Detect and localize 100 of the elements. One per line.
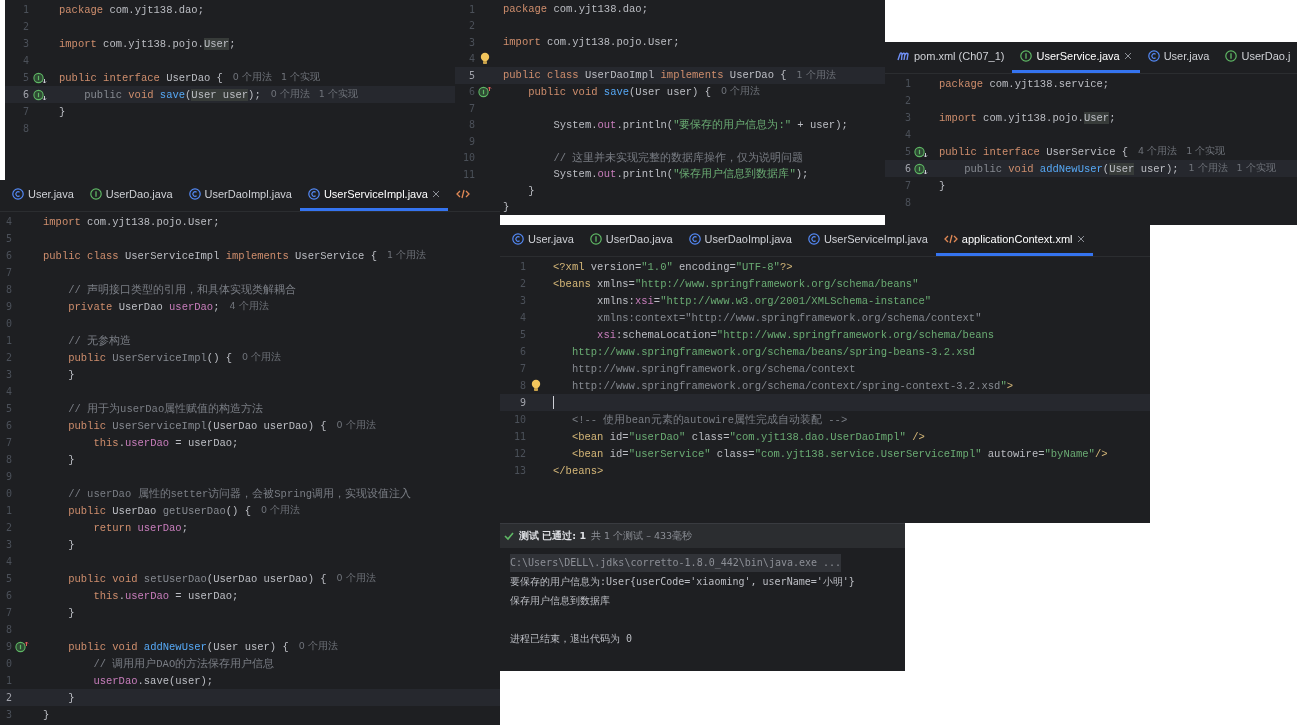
close-icon[interactable] bbox=[431, 190, 440, 198]
implemented-marker-icon[interactable] bbox=[914, 145, 928, 158]
code-line: } bbox=[43, 708, 50, 721]
editor-tab[interactable]: pom.xml (Ch07_1) bbox=[889, 42, 1013, 73]
line-number: 6 bbox=[904, 163, 911, 174]
code-line: xmlns:context="http://www.springframework.org/schema/context" bbox=[596, 311, 982, 324]
code-line: } bbox=[67, 368, 75, 381]
code-line: import com.yjt138.pojo.User; bbox=[939, 111, 1116, 124]
interface-file-icon bbox=[1020, 50, 1033, 62]
code-line: package com.yjt138.service; bbox=[939, 77, 1110, 90]
code-line: public void addNewUser(User user) { bbox=[67, 640, 289, 653]
code-line: } bbox=[503, 201, 510, 214]
line-number: 6 bbox=[22, 89, 29, 100]
code-line: // 这里并未实现完整的数据库操作，仅为说明问题 bbox=[552, 150, 804, 165]
code-line: </beans> bbox=[553, 464, 604, 477]
code-line: return userDao; bbox=[92, 521, 188, 534]
console-output-line: 保存用户信息到数据库 bbox=[510, 594, 610, 608]
usage-hint[interactable]: 4 个用法 bbox=[229, 300, 269, 313]
code-line: } bbox=[67, 606, 75, 619]
implementing-marker-icon[interactable] bbox=[478, 85, 492, 98]
code-line: <bean id="userDao" class="com.yjt138.dao.UserDaoImpl" /> bbox=[570, 430, 925, 443]
interface-file-icon bbox=[89, 188, 102, 200]
code-line: } bbox=[939, 179, 946, 192]
class-file-icon bbox=[307, 188, 320, 200]
code-line: <bean id="userService" class="com.yjt138.service.UserServiceImpl" autowire="byName"/> bbox=[570, 447, 1108, 460]
usage-hint[interactable]: 4 个用法 1 个实现 bbox=[1138, 145, 1226, 158]
code-line: // 声明接口类型的引用，和具体实现类解耦合 bbox=[67, 282, 297, 297]
maven-file-icon bbox=[897, 50, 910, 62]
implemented-marker-icon[interactable] bbox=[914, 162, 928, 175]
code-line: } bbox=[527, 184, 535, 197]
code-line: userDao.save(user); bbox=[92, 674, 214, 687]
code-line: private UserDao userDao; bbox=[67, 300, 220, 313]
code-line: public UserDao getUserDao() { bbox=[67, 504, 251, 517]
code-line: public void save(User user) { bbox=[527, 85, 711, 98]
class-file-icon bbox=[512, 233, 524, 245]
code-line: <!-- 使用bean元素的autowire属性完成自动装配 --> bbox=[570, 412, 848, 427]
editor-tab[interactable]: User.java bbox=[504, 225, 582, 256]
code-line: http://www.springframework.org/schema/context bbox=[570, 362, 856, 375]
code-line: System.out.println("要保存的用户信息为:" + user); bbox=[552, 117, 848, 132]
implemented-marker-icon[interactable] bbox=[33, 71, 47, 84]
interface-file-icon bbox=[589, 233, 602, 245]
code-line: package com.yjt138.dao; bbox=[59, 3, 204, 16]
implementing-marker-icon[interactable] bbox=[15, 640, 29, 653]
usage-hint[interactable]: 0 个用法 bbox=[336, 419, 376, 432]
code-line: http://www.springframework.org/schema/beans/spring-beans-3.2.xsd bbox=[570, 345, 976, 358]
editor-tab[interactable]: UserDaoImpl.java bbox=[180, 180, 300, 211]
code-line: // 用于为userDao属性赋值的构造方法 bbox=[67, 401, 264, 416]
usage-hint[interactable]: 1 个用法 bbox=[796, 68, 836, 82]
editor-tab[interactable]: UserDao.j bbox=[1217, 42, 1297, 73]
xml-file-icon bbox=[943, 233, 958, 245]
code-line: // 无参构造 bbox=[67, 333, 132, 348]
usage-hint[interactable]: 0 个用法 1 个实现 bbox=[232, 71, 321, 84]
class-file-icon bbox=[12, 188, 24, 200]
code-line: import com.yjt138.pojo.User; bbox=[43, 215, 220, 228]
editor-tab[interactable]: UserDaoImpl.java bbox=[680, 225, 800, 256]
close-icon[interactable] bbox=[1076, 235, 1085, 243]
code-line: public UserServiceImpl() { bbox=[67, 351, 233, 364]
editor-tab[interactable]: UserServiceImpl.java bbox=[799, 225, 936, 256]
code-line: // userDao 属性的setter访问器，会被Spring调用，实现设值注入 bbox=[67, 486, 412, 501]
code-line: public void addNewUser(User user); bbox=[963, 162, 1179, 175]
usage-hint[interactable]: 0 个用法 bbox=[260, 504, 301, 517]
code-line: http://www.springframework.org/schema/context/spring-context-3.2.xsd"> bbox=[570, 379, 1013, 392]
editor-tab[interactable]: User.java bbox=[1139, 42, 1218, 73]
xml-file-icon bbox=[455, 188, 470, 200]
class-file-icon bbox=[1147, 50, 1160, 62]
code-line: } bbox=[67, 453, 75, 466]
test-status: 测试 已通过: 1 bbox=[519, 529, 587, 543]
lightbulb-icon[interactable] bbox=[531, 379, 541, 392]
usage-hint[interactable]: 0 个用法 bbox=[720, 85, 761, 99]
text-cursor bbox=[553, 396, 554, 409]
close-icon[interactable] bbox=[1123, 52, 1132, 60]
class-file-icon bbox=[688, 233, 701, 245]
implemented-marker-icon[interactable] bbox=[33, 88, 47, 101]
editor-tab[interactable]: User.java bbox=[4, 180, 82, 211]
code-line: } bbox=[67, 538, 75, 551]
usage-hint[interactable]: 0 个用法 bbox=[336, 572, 376, 585]
line-number: 2 bbox=[5, 692, 12, 703]
code-line: public interface UserService { bbox=[939, 145, 1129, 158]
usage-hint[interactable]: 1 个用法 bbox=[387, 249, 427, 262]
usage-hint[interactable]: 0 个用法 bbox=[242, 351, 282, 364]
code-line: } bbox=[67, 691, 75, 704]
line-number: 9 bbox=[519, 397, 526, 408]
line-number: 5 bbox=[468, 69, 475, 81]
console-command[interactable]: C:\Users\DELL\.jdks\corretto-1.8.0_442\bin\java.exe ... bbox=[510, 554, 842, 572]
code-line: import com.yjt138.pojo.User; bbox=[503, 36, 680, 49]
code-line: this.userDao = userDao; bbox=[92, 589, 239, 602]
code-line: public interface UserDao { bbox=[59, 71, 223, 84]
code-line: public void save(User user); bbox=[83, 88, 261, 101]
process-exit-message: 进程已结束，退出代码为 0 bbox=[510, 632, 633, 646]
interface-file-icon bbox=[1225, 50, 1238, 62]
class-file-icon bbox=[188, 188, 201, 200]
code-line: System.out.println("保存用户信息到数据库"); bbox=[552, 167, 809, 182]
usage-hint[interactable]: 0 个用法 bbox=[298, 640, 338, 653]
code-line: public UserServiceImpl(UserDao userDao) { bbox=[67, 419, 327, 432]
usage-hint[interactable]: 1 个用法 1 个实现 bbox=[1188, 162, 1276, 175]
editor-tab[interactable]: UserDao.java bbox=[81, 180, 181, 211]
editor-tab[interactable]: UserDao.java bbox=[581, 225, 681, 256]
code-line: public void setUserDao(UserDao userDao) { bbox=[67, 572, 327, 585]
usage-hint[interactable]: 0 个用法 1 个实现 bbox=[270, 88, 358, 101]
lightbulb-icon[interactable] bbox=[480, 52, 490, 66]
